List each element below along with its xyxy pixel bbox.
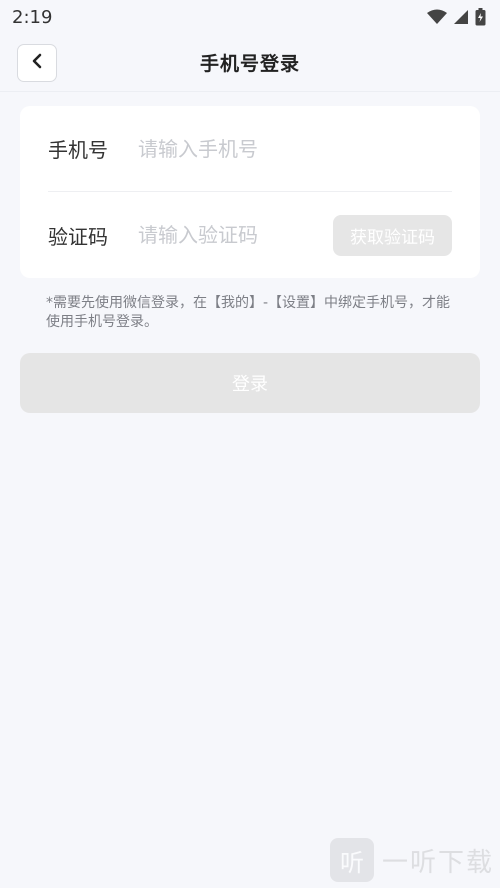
watermark-text: 一听下载 xyxy=(381,847,494,878)
phone-input[interactable] xyxy=(138,136,452,161)
get-code-button[interactable]: 获取验证码 xyxy=(333,214,452,256)
login-button[interactable]: 登录 xyxy=(20,353,480,413)
status-bar: 2:19 xyxy=(0,0,500,34)
login-form-card: 手机号 验证码 获取验证码 xyxy=(20,106,480,278)
code-label: 验证码 xyxy=(48,224,108,249)
phone-label: 手机号 xyxy=(48,138,108,162)
battery-icon xyxy=(475,8,486,26)
cellular-signal-icon xyxy=(453,9,469,25)
verification-code-input[interactable] xyxy=(138,223,318,247)
bind-phone-notice: *需要先使用微信登录，在【我的】-【设置】中绑定手机号，才能使用手机号登录。 xyxy=(46,295,451,330)
status-icons xyxy=(427,8,486,26)
back-button[interactable] xyxy=(17,44,57,82)
wifi-icon xyxy=(427,9,447,25)
phone-row: 手机号 xyxy=(48,106,452,192)
code-row: 验证码 获取验证码 xyxy=(48,192,452,278)
watermark: 听 一听下载 xyxy=(329,838,494,882)
page-title: 手机号登录 xyxy=(199,53,300,75)
watermark-logo-icon: 听 xyxy=(329,838,374,882)
chevron-left-icon xyxy=(30,53,44,73)
header: 手机号登录 xyxy=(0,34,500,92)
status-time: 2:19 xyxy=(12,6,53,28)
